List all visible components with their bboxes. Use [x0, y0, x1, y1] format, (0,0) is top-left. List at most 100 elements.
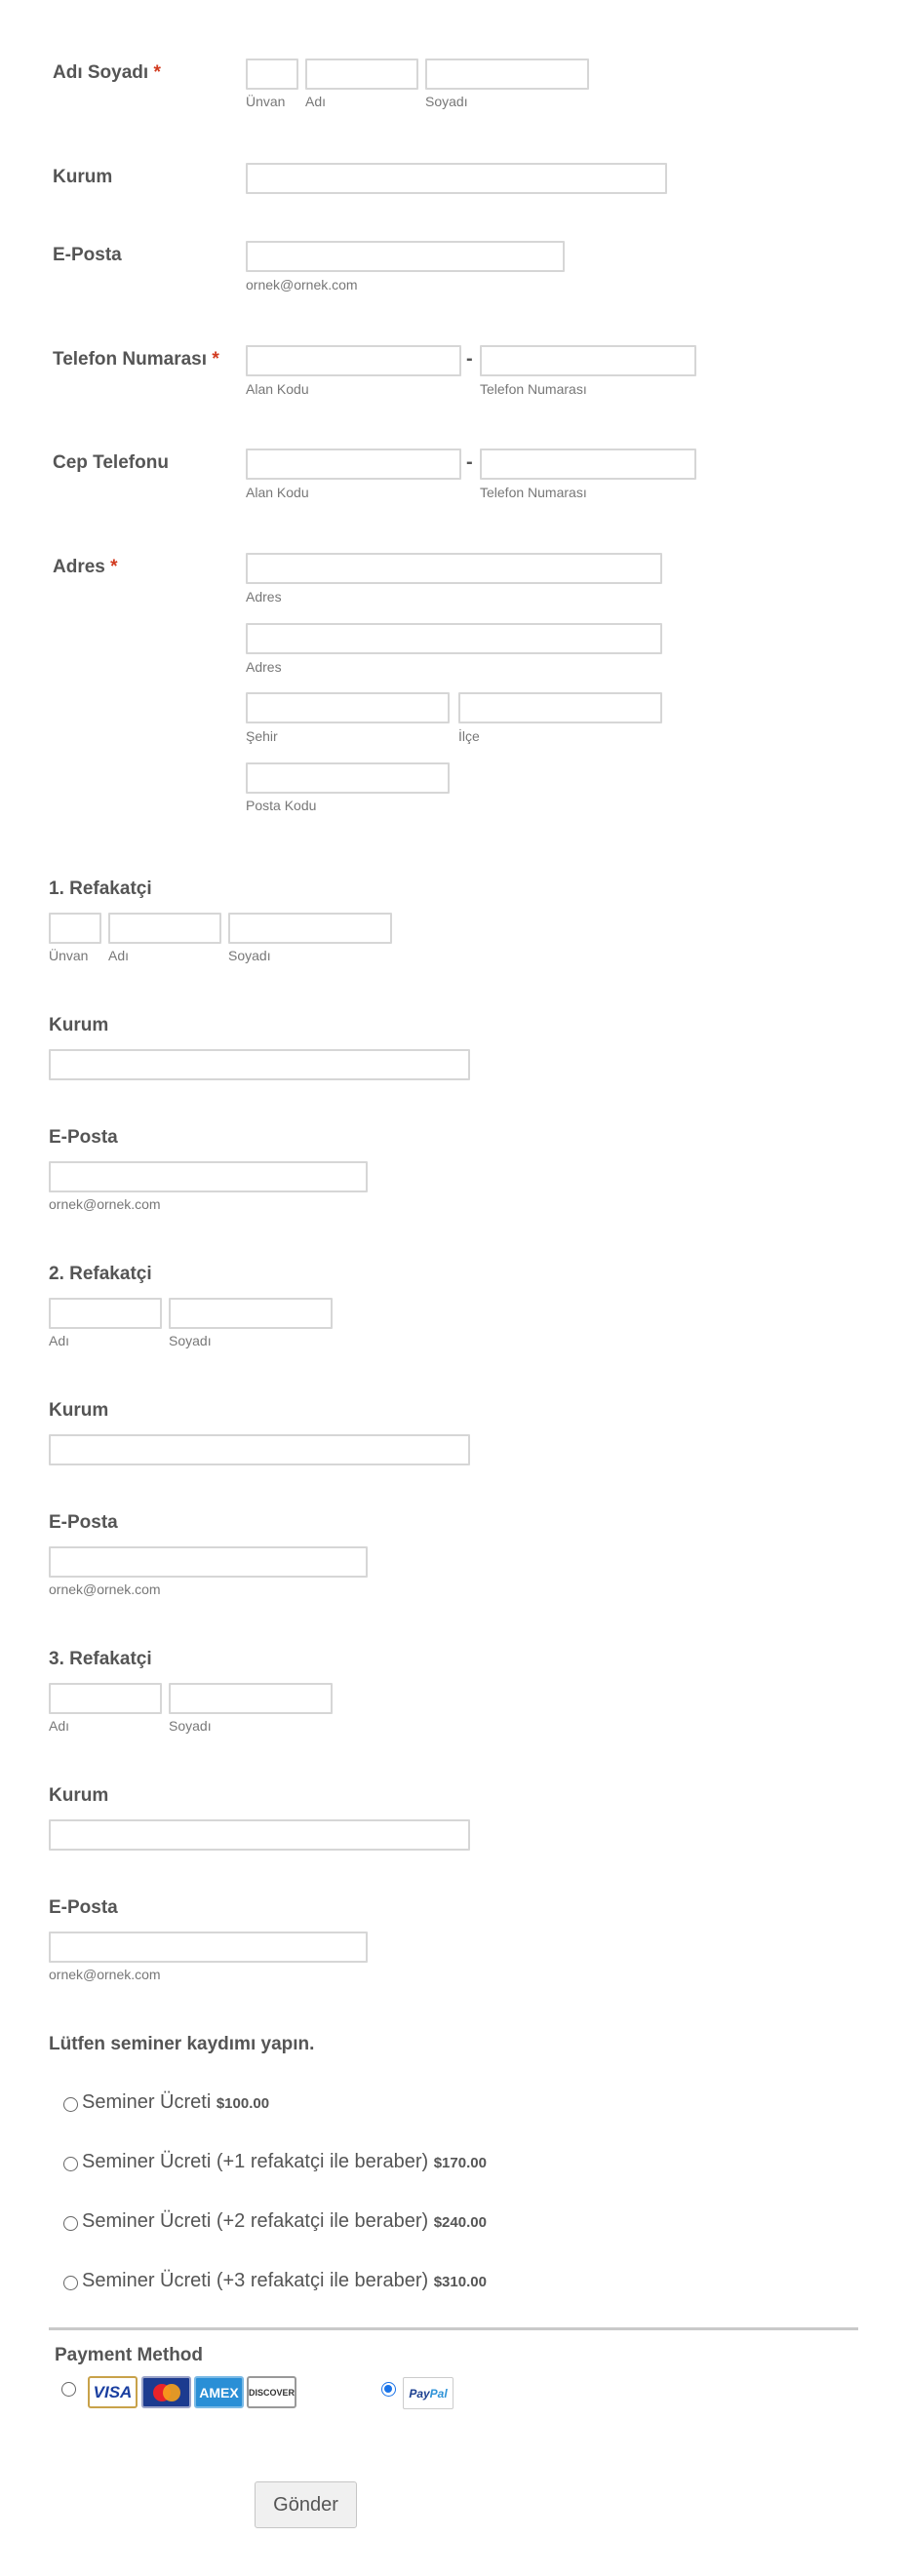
companion-3-first-name-sublabel: Adı: [49, 1718, 70, 1734]
mobile-label: Cep Telefonu: [53, 452, 169, 473]
companion-1-email-label: E-Posta: [49, 1127, 118, 1148]
name-label-text: Adı Soyadı: [53, 62, 149, 83]
registration-option-2-price: $170.00: [433, 2155, 487, 2171]
companion-1-email-input[interactable]: [49, 1161, 368, 1192]
companion-3-organization-input[interactable]: [49, 1819, 470, 1851]
companion-2-email-input[interactable]: [49, 1546, 368, 1578]
registration-option-3-price: $240.00: [433, 2214, 487, 2231]
companion-2-email-sublabel: ornek@ornek.com: [49, 1581, 161, 1597]
submit-button-label: Gönder: [273, 2493, 338, 2516]
companion-2-last-name-input[interactable]: [169, 1298, 333, 1329]
companion-2-organization-input[interactable]: [49, 1434, 470, 1465]
first-name-sublabel: Adı: [305, 94, 327, 109]
district-sublabel: İlçe: [458, 728, 480, 744]
registration-option-1[interactable]: Seminer Ücreti $100.00: [82, 2091, 269, 2114]
address-line2-input[interactable]: [246, 623, 662, 654]
mobile-number-input[interactable]: [480, 449, 696, 480]
registration-option-3[interactable]: Seminer Ücreti (+2 refakatçi ile beraber…: [82, 2210, 487, 2233]
phone-area-sublabel: Alan Kodu: [246, 381, 309, 397]
registration-option-4-price: $310.00: [433, 2274, 487, 2290]
registration-option-4-radio[interactable]: [63, 2276, 78, 2290]
phone-area-input[interactable]: [246, 345, 461, 376]
mobile-area-input[interactable]: [246, 449, 461, 480]
payment-card-radio[interactable]: [61, 2382, 76, 2397]
submit-button[interactable]: Gönder: [255, 2481, 357, 2528]
companion-2-first-name-input[interactable]: [49, 1298, 162, 1329]
required-mark: *: [212, 349, 219, 370]
companion-3-heading: 3. Refakatçi: [49, 1649, 152, 1669]
name-label: Adı Soyadı *: [53, 62, 161, 84]
title-sublabel: Ünvan: [246, 94, 286, 109]
phone-label-text: Telefon Numarası: [53, 349, 208, 370]
mobile-dash: -: [466, 451, 473, 473]
registration-option-4[interactable]: Seminer Ücreti (+3 refakatçi ile beraber…: [82, 2270, 487, 2292]
registration-option-3-label: Seminer Ücreti (+2 refakatçi ile beraber…: [82, 2210, 429, 2232]
companion-2-heading: 2. Refakatçi: [49, 1264, 152, 1284]
amex-icon-text: AMEX: [199, 2384, 239, 2400]
companion-1-last-name-sublabel: Soyadı: [228, 948, 271, 963]
amex-icon: AMEX: [194, 2376, 244, 2408]
companion-3-last-name-input[interactable]: [169, 1683, 333, 1714]
address-label-text: Adres: [53, 557, 105, 577]
paypal-text-a: Pay: [409, 2386, 430, 2400]
required-mark: *: [153, 62, 161, 83]
companion-3-last-name-sublabel: Soyadı: [169, 1718, 212, 1734]
address-label: Adres *: [53, 557, 118, 578]
companion-1-organization-input[interactable]: [49, 1049, 470, 1080]
city-sublabel: Şehir: [246, 728, 278, 744]
last-name-input[interactable]: [425, 59, 589, 90]
mastercard-icon: [141, 2376, 191, 2408]
payment-method-label: Payment Method: [55, 2345, 204, 2365]
discover-icon-text: DISCOVER: [249, 2387, 296, 2398]
discover-icon: DISCOVER: [247, 2376, 296, 2408]
organization-input[interactable]: [246, 163, 667, 194]
address-line1-input[interactable]: [246, 553, 662, 584]
first-name-input[interactable]: [305, 59, 418, 90]
title-input[interactable]: [246, 59, 298, 90]
section-divider: [49, 2327, 858, 2330]
companion-2-first-name-sublabel: Adı: [49, 1333, 70, 1348]
phone-number-sublabel: Telefon Numarası: [480, 381, 587, 397]
companion-1-first-name-sublabel: Adı: [108, 948, 130, 963]
postal-code-sublabel: Posta Kodu: [246, 798, 317, 813]
companion-1-title-input[interactable]: [49, 913, 101, 944]
last-name-sublabel: Soyadı: [425, 94, 468, 109]
companion-1-last-name-input[interactable]: [228, 913, 392, 944]
companion-2-last-name-sublabel: Soyadı: [169, 1333, 212, 1348]
address-line1-sublabel: Adres: [246, 589, 282, 605]
registration-option-3-radio[interactable]: [63, 2216, 78, 2231]
district-input[interactable]: [458, 692, 662, 723]
mobile-number-sublabel: Telefon Numarası: [480, 485, 587, 500]
companion-1-title-sublabel: Ünvan: [49, 948, 89, 963]
required-mark: *: [110, 557, 118, 577]
email-sublabel: ornek@ornek.com: [246, 277, 358, 293]
registration-option-1-radio[interactable]: [63, 2097, 78, 2112]
registration-question: Lütfen seminer kaydımı yapın.: [49, 2034, 315, 2054]
paypal-icon: Pay Pal: [403, 2377, 454, 2409]
companion-1-first-name-input[interactable]: [108, 913, 221, 944]
companion-1-organization-label: Kurum: [49, 1015, 109, 1035]
mobile-area-sublabel: Alan Kodu: [246, 485, 309, 500]
companion-3-email-input[interactable]: [49, 1932, 368, 1963]
phone-dash: -: [466, 348, 473, 370]
city-input[interactable]: [246, 692, 450, 723]
visa-icon: VISA: [88, 2376, 138, 2408]
companion-1-email-sublabel: ornek@ornek.com: [49, 1196, 161, 1212]
payment-paypal-radio[interactable]: [381, 2382, 396, 2397]
address-line2-sublabel: Adres: [246, 659, 282, 675]
mastercard-circles: [152, 2383, 180, 2401]
registration-option-1-price: $100.00: [216, 2095, 270, 2112]
phone-number-input[interactable]: [480, 345, 696, 376]
companion-3-first-name-input[interactable]: [49, 1683, 162, 1714]
visa-icon-text: VISA: [93, 2382, 133, 2401]
companion-3-email-label: E-Posta: [49, 1897, 118, 1918]
email-input[interactable]: [246, 241, 565, 272]
registration-option-4-label: Seminer Ücreti (+3 refakatçi ile beraber…: [82, 2270, 429, 2291]
email-label: E-Posta: [53, 245, 122, 265]
phone-label: Telefon Numarası *: [53, 349, 219, 371]
registration-option-2-radio[interactable]: [63, 2157, 78, 2171]
postal-code-input[interactable]: [246, 762, 450, 794]
registration-option-2[interactable]: Seminer Ücreti (+1 refakatçi ile beraber…: [82, 2151, 487, 2173]
organization-label: Kurum: [53, 167, 113, 187]
companion-2-email-label: E-Posta: [49, 1512, 118, 1533]
